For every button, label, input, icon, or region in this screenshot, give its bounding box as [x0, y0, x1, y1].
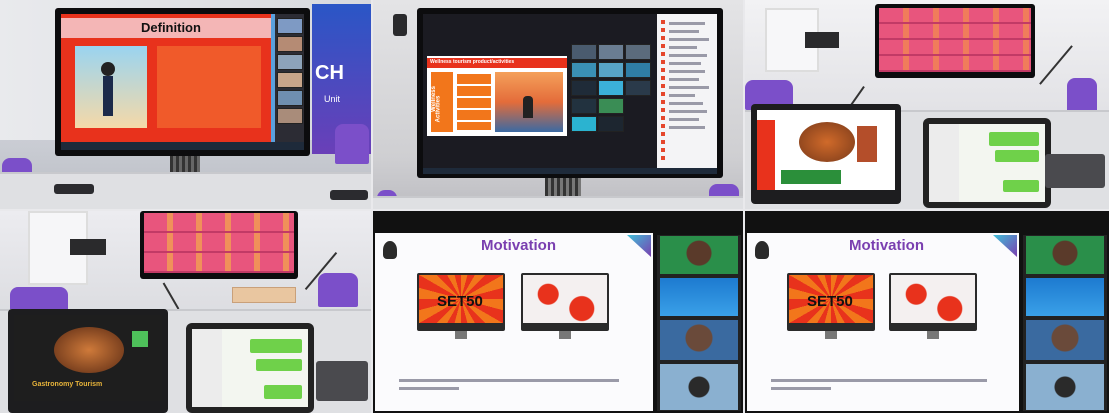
poster-text: SET50 — [807, 293, 853, 310]
microphone — [54, 184, 94, 194]
slide-title: Definition — [141, 20, 201, 35]
monitor — [875, 4, 1035, 78]
speaker — [805, 32, 839, 48]
photo-classroom-wellness-slide: Wellness tourism product/activities Well… — [373, 0, 743, 209]
microphone — [162, 282, 180, 310]
slide-side-label: Wellness Activities — [431, 72, 453, 132]
document-stack — [232, 287, 296, 303]
monitor-screen: Wellness tourism product/activities Well… — [423, 14, 717, 168]
participant-video-strip — [275, 14, 304, 142]
chair — [1067, 78, 1097, 114]
side-label-line-2: Activities — [435, 95, 442, 123]
laptop-slide-photo — [799, 122, 855, 162]
slide-decoration — [627, 235, 651, 257]
microphone — [1039, 45, 1073, 85]
monitor — [140, 211, 298, 279]
slide: Motivation SET50 — [375, 233, 653, 411]
banner-text: CH — [315, 62, 344, 84]
slide-logo-icon — [755, 241, 769, 259]
slide-text-panel — [157, 46, 261, 128]
slide: Definition — [61, 14, 271, 142]
laptop-slide-photo — [54, 327, 124, 373]
photo-motivation-slide: Motivation SET50 — [745, 211, 1109, 413]
poster-text: SET50 — [437, 293, 483, 310]
conference-unit — [316, 361, 368, 401]
taskbar — [423, 168, 717, 174]
tablet-chat — [192, 329, 308, 407]
chair — [335, 124, 369, 164]
tablet — [923, 118, 1051, 208]
banner-subtext: Unit — [324, 94, 341, 104]
taskbar — [61, 142, 304, 150]
video-strip — [1023, 235, 1107, 411]
slide-photo — [495, 72, 563, 132]
participants-panel — [657, 14, 717, 168]
laptop — [751, 104, 901, 204]
tablet-chat — [929, 124, 1045, 202]
activity-list — [457, 74, 491, 130]
video-gallery — [879, 8, 1031, 72]
poster-monitor-left: SET50 — [417, 273, 505, 339]
slide-title: Motivation — [481, 237, 556, 254]
photo-collage: CH Unit Definition Wellness tourism prod… — [0, 0, 1109, 413]
slide-illustration — [75, 46, 147, 128]
tablet — [186, 323, 314, 413]
monitor: Definition — [55, 8, 310, 156]
slide: Motivation SET50 — [747, 233, 1019, 411]
chair — [318, 273, 358, 307]
photo-classroom-definition-slide: CH Unit Definition — [0, 0, 371, 209]
photo-room-gastronomy-laptop: Gastronomy Tourism — [0, 211, 371, 413]
speaker — [70, 239, 106, 255]
conference-unit — [1045, 154, 1105, 188]
video-strip — [657, 235, 741, 411]
slide-logo-icon — [383, 241, 397, 259]
video-gallery — [571, 44, 651, 148]
slide-decoration — [993, 235, 1017, 257]
photo-room-laptop-tablet — [745, 0, 1109, 209]
poster-monitor-left: SET50 — [787, 273, 875, 339]
laptop-screen: Gastronomy Tourism — [14, 315, 162, 401]
slide-banner-text: Wellness tourism product/activities — [430, 59, 515, 65]
speaker — [393, 14, 407, 36]
laptop-slide-text: Gastronomy Tourism — [32, 381, 103, 388]
desk — [373, 196, 743, 209]
laptop-screen — [757, 110, 895, 190]
monitor-screen: Definition — [61, 14, 304, 142]
video-gallery — [144, 213, 294, 273]
laptop: Gastronomy Tourism — [8, 309, 168, 413]
poster-monitor-right — [889, 273, 977, 339]
slide-title: Motivation — [849, 237, 924, 254]
poster-monitor-right — [521, 273, 609, 339]
slide: Wellness tourism product/activities Well… — [427, 56, 567, 136]
microphone — [330, 190, 368, 200]
photo-motivation-slide: Motivation SET50 — [373, 211, 743, 413]
monitor: Wellness tourism product/activities Well… — [417, 8, 723, 178]
